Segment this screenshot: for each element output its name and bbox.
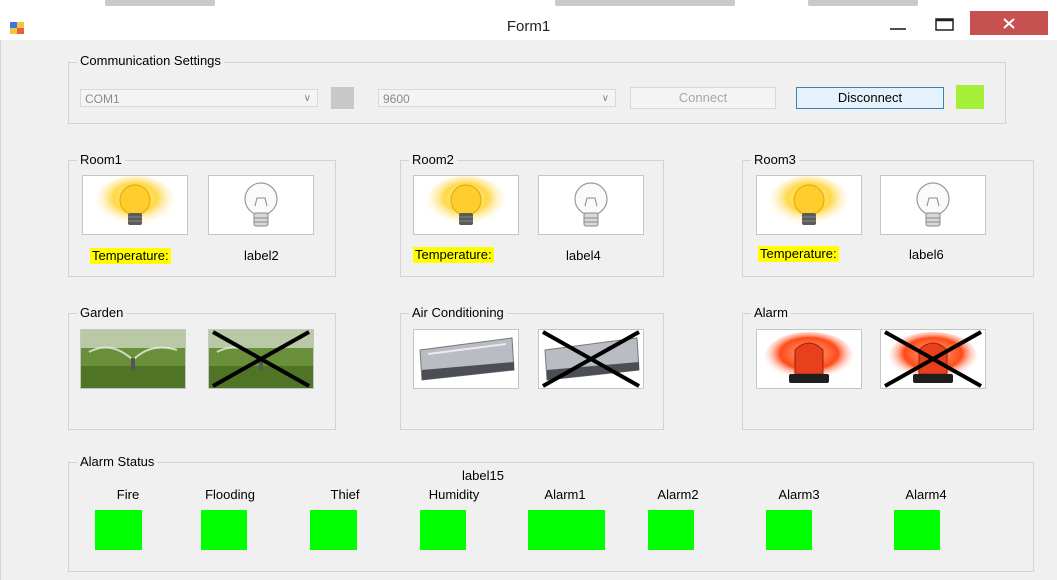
maximize-button[interactable] [924, 14, 964, 36]
port-combobox[interactable]: COM1 ∨ [80, 89, 318, 107]
room1-light-on-button[interactable] [82, 175, 188, 235]
connect-button[interactable]: Connect [630, 87, 776, 109]
lightbulb-off-icon [574, 182, 608, 227]
sprinkler-disabled-icon [209, 330, 313, 388]
air-conditioning-off-button[interactable] [538, 329, 644, 389]
room3-temperature-label: Temperature: [758, 246, 839, 262]
garden-label: Garden [77, 305, 127, 320]
room1-temperature-value: label2 [244, 248, 279, 263]
close-button[interactable] [970, 11, 1048, 35]
communication-settings-label: Communication Settings [77, 53, 224, 68]
connection-status-indicator [956, 85, 984, 109]
air-conditioner-disabled-icon [542, 330, 640, 388]
room3-label: Room3 [751, 152, 799, 167]
fire-status-indicator [95, 510, 142, 550]
chevron-down-icon[interactable]: ∨ [602, 90, 609, 108]
alarm-off-button[interactable] [880, 329, 986, 389]
humidity-status-indicator [420, 510, 466, 550]
room3-temperature-value: label6 [909, 247, 944, 262]
alarm4-status-indicator [894, 510, 940, 550]
room2-label: Room2 [409, 152, 457, 167]
alarm-on-button[interactable] [756, 329, 862, 389]
port-value: COM1 [85, 92, 120, 106]
alarm3-status-indicator [766, 510, 812, 550]
chevron-down-icon[interactable]: ∨ [304, 90, 311, 108]
lightbulb-on-icon [769, 176, 849, 228]
sprinkler-icon [81, 330, 185, 388]
room1-light-off-button[interactable] [208, 175, 314, 235]
humidity-caption: Humidity [428, 487, 480, 502]
siren-icon [765, 332, 853, 383]
baud-rate-value: 9600 [383, 92, 410, 106]
flooding-status-indicator [201, 510, 247, 550]
room2-light-off-button[interactable] [538, 175, 644, 235]
alarm4-caption: Alarm4 [905, 487, 947, 502]
air-conditioning-label: Air Conditioning [409, 305, 507, 320]
room1-temperature-label: Temperature: [90, 248, 171, 264]
room2-light-on-button[interactable] [413, 175, 519, 235]
flooding-caption: Flooding [205, 487, 255, 502]
alarm1-caption: Alarm1 [544, 487, 586, 502]
thief-status-indicator [310, 510, 357, 550]
alarm2-status-indicator [648, 510, 694, 550]
disconnect-button[interactable]: Disconnect [796, 87, 944, 109]
siren-disabled-icon [884, 330, 982, 388]
garden-on-button[interactable] [80, 329, 186, 389]
room2-temperature-value: label4 [566, 248, 601, 263]
fire-caption: Fire [116, 487, 140, 502]
close-icon [1003, 18, 1015, 29]
garden-off-button[interactable] [208, 329, 314, 389]
alarm1-status-indicator [528, 510, 605, 550]
thief-caption: Thief [330, 487, 360, 502]
air-conditioner-icon [419, 337, 515, 381]
baud-rate-combobox[interactable]: 9600 ∨ [378, 89, 616, 107]
alarm3-caption: Alarm3 [778, 487, 820, 502]
room1-label: Room1 [77, 152, 125, 167]
port-status-indicator [331, 87, 354, 109]
room3-light-on-button[interactable] [756, 175, 862, 235]
background-window-strip [0, 0, 1057, 10]
lightbulb-on-icon [95, 176, 175, 228]
lightbulb-on-icon [426, 176, 506, 228]
lightbulb-off-icon [916, 182, 950, 227]
room3-light-off-button[interactable] [880, 175, 986, 235]
alarm2-caption: Alarm2 [657, 487, 699, 502]
lightbulb-off-icon [244, 182, 278, 227]
room2-temperature-label: Temperature: [413, 247, 494, 263]
minimize-button[interactable] [878, 14, 918, 36]
alarm-status-center-label: label15 [462, 468, 504, 483]
air-conditioning-on-button[interactable] [413, 329, 519, 389]
alarm-label: Alarm [751, 305, 791, 320]
alarm-status-label: Alarm Status [77, 454, 158, 469]
